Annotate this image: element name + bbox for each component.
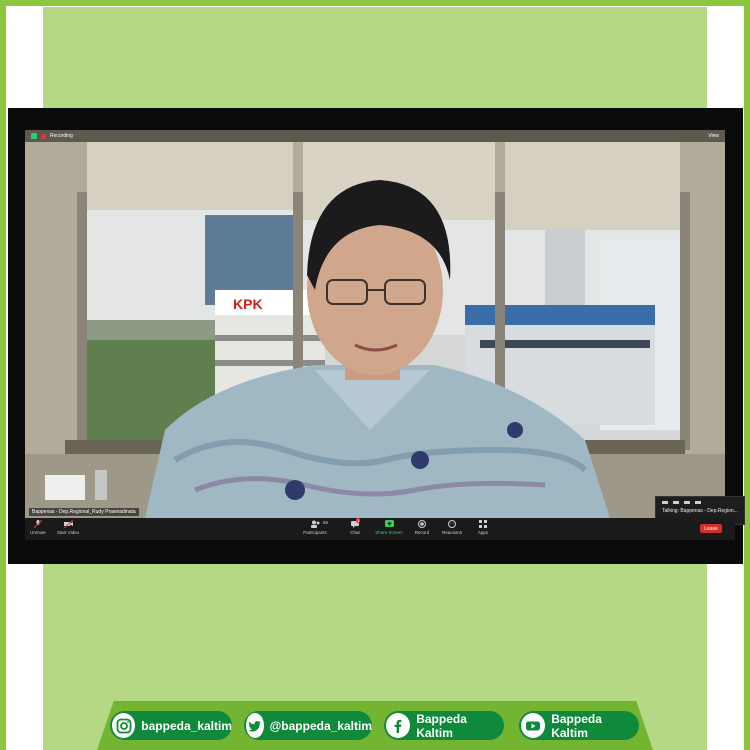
youtube-pill[interactable]: Bappeda Kaltim <box>519 711 639 740</box>
mic-off-icon <box>34 520 43 528</box>
instagram-icon <box>112 713 136 738</box>
frame-border-left <box>0 0 6 750</box>
participants-icon <box>310 520 320 528</box>
speaker-video-scene: KPK <box>25 130 725 518</box>
shield-icon[interactable] <box>31 133 37 139</box>
reactions-button[interactable]: Reactions <box>435 520 469 535</box>
chat-button[interactable]: Chat <box>338 520 372 535</box>
facebook-pill[interactable]: Bappeda Kaltim <box>384 711 504 740</box>
apps-label: Apps <box>477 530 489 535</box>
zoom-meeting-window: KPK Recording View Bappenas - Dep.Region… <box>8 108 745 564</box>
apps-button[interactable]: Apps <box>466 520 500 535</box>
record-indicator-icon <box>41 133 46 139</box>
apps-icon <box>479 520 488 528</box>
instagram-handle: bappeda_kaltim <box>141 718 232 733</box>
meeting-toolbar: Unmute Start Video Participants 66 Chat … <box>25 518 735 540</box>
instagram-pill[interactable]: bappeda_kaltim <box>110 711 232 740</box>
social-media-bar: bappeda_kaltim @bappeda_kaltim Bappeda K… <box>97 701 653 750</box>
building-sign: KPK <box>233 296 263 312</box>
frame-border-right <box>744 0 750 750</box>
speaker-video: KPK Recording View Bappenas - Dep.Region… <box>25 130 725 518</box>
frame-border-top <box>0 0 750 6</box>
facebook-page: Bappeda Kaltim <box>416 711 467 740</box>
share-screen-icon <box>384 520 394 528</box>
panel-grid-icon[interactable] <box>684 501 690 504</box>
record-button[interactable]: Record <box>405 520 439 535</box>
unmute-button[interactable]: Unmute <box>21 520 55 535</box>
view-button[interactable]: View <box>708 133 719 139</box>
record-icon <box>418 520 427 528</box>
participants-count: 66 <box>323 520 329 525</box>
reactions-label: Reactions <box>441 530 462 535</box>
participant-name-tag: Bappenas - Dep.Regional_Rudy Prawiradina… <box>29 508 139 516</box>
youtube-icon <box>521 713 546 738</box>
facebook-icon <box>386 713 411 738</box>
recording-label: Recording <box>50 133 73 139</box>
twitter-icon <box>246 713 264 738</box>
start-video-label: Start Video <box>56 530 80 535</box>
share-screen-button[interactable]: Share Screen <box>372 520 406 535</box>
start-video-button[interactable]: Start Video <box>51 520 85 535</box>
youtube-channel: Bappeda Kaltim <box>551 711 602 740</box>
participants-label: Participants <box>303 530 327 535</box>
unmute-label: Unmute <box>30 530 46 535</box>
reactions-icon <box>448 520 457 528</box>
leave-button[interactable]: Leave <box>700 524 722 533</box>
talking-text: Talking: Bappenas - Dep.Region... <box>662 508 738 514</box>
twitter-handle: @bappeda_kaltim <box>269 718 372 733</box>
record-label: Record <box>414 530 430 535</box>
panel-expand-icon[interactable] <box>695 501 701 504</box>
video-off-icon <box>63 520 73 528</box>
meeting-top-bar: Recording View <box>25 130 725 142</box>
panel-minimize-icon[interactable] <box>662 501 668 504</box>
twitter-pill[interactable]: @bappeda_kaltim <box>244 711 372 740</box>
share-screen-label: Share Screen <box>375 530 403 535</box>
panel-layout-icon[interactable] <box>673 501 679 504</box>
chat-label: Chat <box>350 530 360 535</box>
